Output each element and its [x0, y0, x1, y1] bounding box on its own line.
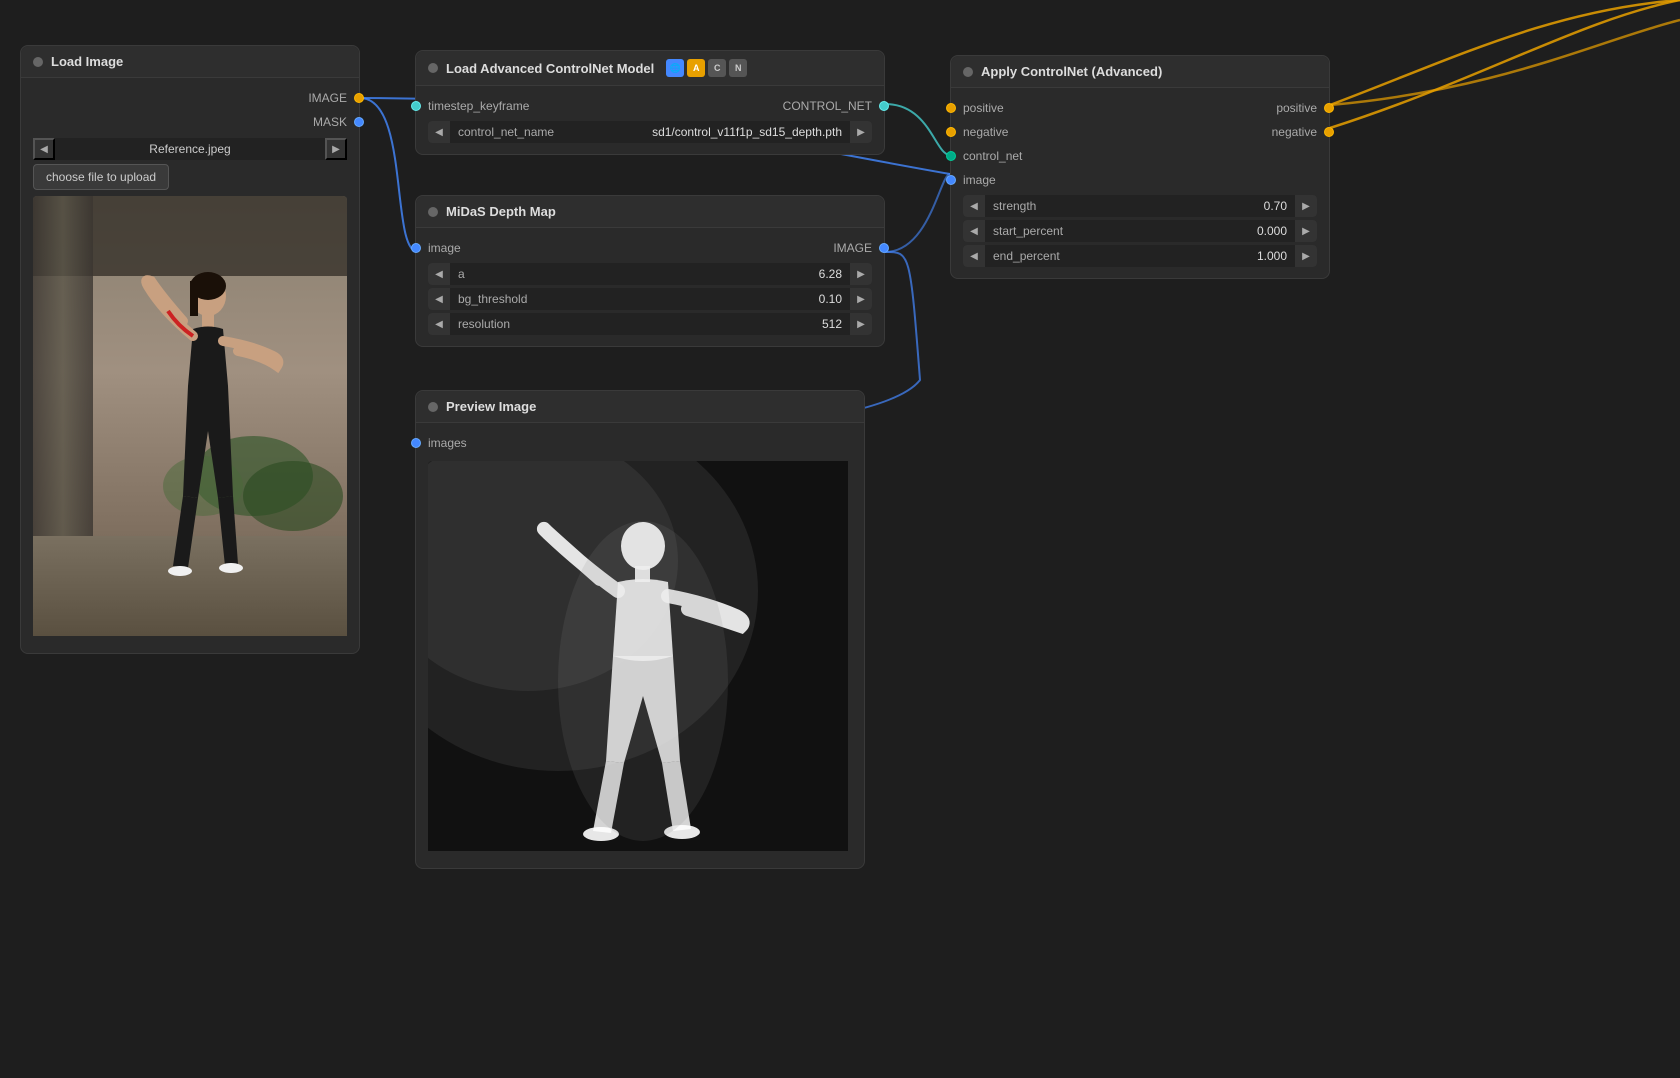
bg-threshold-prev-btn[interactable]: ◀ [428, 288, 450, 310]
canvas: Load Image IMAGE MASK ◀ Reference.jpeg ▶… [0, 0, 1680, 1078]
badge-a: A [687, 59, 705, 77]
port-controlnet-input: control_net [951, 144, 1329, 168]
node-status-dot [428, 63, 438, 73]
images-input-dot[interactable] [411, 438, 421, 448]
upload-btn[interactable]: choose file to upload [33, 164, 169, 190]
node-header: MiDaS Depth Map [416, 196, 884, 228]
node-title: MiDaS Depth Map [446, 204, 556, 219]
image-output-dot[interactable] [354, 93, 364, 103]
preview-image-node: Preview Image images [415, 390, 865, 869]
mask-output-dot[interactable] [354, 117, 364, 127]
node-header: Apply ControlNet (Advanced) [951, 56, 1329, 88]
image-input-dot[interactable] [411, 243, 421, 253]
controlnet-name-label: control_net_name [450, 125, 644, 139]
port-positive-io: positive positive [951, 96, 1329, 120]
start-percent-prev-btn[interactable]: ◀ [963, 220, 985, 242]
strength-label: strength [985, 199, 1256, 213]
end-percent-value: 1.000 [1249, 249, 1295, 263]
timestep-input-dot[interactable] [411, 101, 421, 111]
node-status-dot [428, 402, 438, 412]
node-body: positive positive negative negative cont… [951, 88, 1329, 278]
port-images-input: images [416, 431, 864, 455]
node-header: Preview Image [416, 391, 864, 423]
end-percent-prev-btn[interactable]: ◀ [963, 245, 985, 267]
negative-output-dot[interactable] [1324, 127, 1334, 137]
controlnet-input-dot[interactable] [946, 151, 956, 161]
node-header: Load Advanced ControlNet Model 🌐 A C N [416, 51, 884, 86]
node-status-dot [963, 67, 973, 77]
image-input-dot[interactable] [946, 175, 956, 185]
strength-control[interactable]: ◀ strength 0.70 ▶ [963, 195, 1317, 217]
bg-threshold-next-btn[interactable]: ▶ [850, 288, 872, 310]
node-status-dot [33, 57, 43, 67]
node-title: Load Image [51, 54, 123, 69]
start-percent-control[interactable]: ◀ start_percent 0.000 ▶ [963, 220, 1317, 242]
apply-controlnet-node: Apply ControlNet (Advanced) positive pos… [950, 55, 1330, 279]
controlnet-output-dot[interactable] [879, 101, 889, 111]
photo-preview-container [33, 196, 347, 639]
bg-threshold-label: bg_threshold [450, 292, 811, 306]
node-body: image IMAGE ◀ a 6.28 ▶ ◀ bg_threshold 0.… [416, 228, 884, 346]
controlnet-model-node: Load Advanced ControlNet Model 🌐 A C N t… [415, 50, 885, 155]
controlnet-name-value: sd1/control_v11f1p_sd15_depth.pth [644, 125, 850, 139]
resolution-label: resolution [450, 317, 814, 331]
resolution-prev-btn[interactable]: ◀ [428, 313, 450, 335]
a-value: 6.28 [811, 267, 850, 281]
controlnet-prev-btn[interactable]: ◀ [428, 121, 450, 143]
start-percent-label: start_percent [985, 224, 1249, 238]
badge-n: N [729, 59, 747, 77]
a-control[interactable]: ◀ a 6.28 ▶ [428, 263, 872, 285]
node-title: Load Advanced ControlNet Model [446, 61, 654, 76]
controlnet-name-row[interactable]: ◀ control_net_name sd1/control_v11f1p_sd… [428, 121, 872, 143]
port-timestep-input: timestep_keyframe CONTROL_NET [416, 94, 884, 118]
port-image-input: image IMAGE [416, 236, 884, 260]
start-percent-value: 0.000 [1249, 224, 1295, 238]
title-badges: 🌐 A C N [666, 59, 747, 77]
depth-preview-svg [428, 461, 848, 851]
image-selector-value: Reference.jpeg [55, 142, 325, 156]
depth-preview-container [428, 461, 852, 854]
midas-node: MiDaS Depth Map image IMAGE ◀ a 6.28 ▶ ◀… [415, 195, 885, 347]
strength-prev-btn[interactable]: ◀ [963, 195, 985, 217]
image-selector[interactable]: ◀ Reference.jpeg ▶ [33, 138, 347, 160]
resolution-next-btn[interactable]: ▶ [850, 313, 872, 335]
image-next-btn[interactable]: ▶ [325, 138, 347, 160]
node-header: Load Image [21, 46, 359, 78]
a-label: a [450, 267, 811, 281]
node-body: images [416, 423, 864, 868]
node-body: timestep_keyframe CONTROL_NET ◀ control_… [416, 86, 884, 154]
badge-c: C [708, 59, 726, 77]
negative-input-dot[interactable] [946, 127, 956, 137]
node-body: IMAGE MASK ◀ Reference.jpeg ▶ choose fil… [21, 78, 359, 653]
bg-threshold-control[interactable]: ◀ bg_threshold 0.10 ▶ [428, 288, 872, 310]
a-prev-btn[interactable]: ◀ [428, 263, 450, 285]
node-title: Apply ControlNet (Advanced) [981, 64, 1162, 79]
port-image-output: IMAGE [21, 86, 359, 110]
image-prev-btn[interactable]: ◀ [33, 138, 55, 160]
photo-preview-svg [33, 196, 347, 636]
end-percent-label: end_percent [985, 249, 1249, 263]
port-negative-io: negative negative [951, 120, 1329, 144]
node-title: Preview Image [446, 399, 536, 414]
port-image-input: image [951, 168, 1329, 192]
image-output-dot[interactable] [879, 243, 889, 253]
strength-value: 0.70 [1256, 199, 1295, 213]
port-mask-output: MASK [21, 110, 359, 134]
resolution-value: 512 [814, 317, 850, 331]
controlnet-next-btn[interactable]: ▶ [850, 121, 872, 143]
a-next-btn[interactable]: ▶ [850, 263, 872, 285]
load-image-node: Load Image IMAGE MASK ◀ Reference.jpeg ▶… [20, 45, 360, 654]
end-percent-next-btn[interactable]: ▶ [1295, 245, 1317, 267]
badge-globe: 🌐 [666, 59, 684, 77]
positive-input-dot[interactable] [946, 103, 956, 113]
node-status-dot [428, 207, 438, 217]
bg-threshold-value: 0.10 [811, 292, 850, 306]
strength-next-btn[interactable]: ▶ [1295, 195, 1317, 217]
end-percent-control[interactable]: ◀ end_percent 1.000 ▶ [963, 245, 1317, 267]
start-percent-next-btn[interactable]: ▶ [1295, 220, 1317, 242]
resolution-control[interactable]: ◀ resolution 512 ▶ [428, 313, 872, 335]
positive-output-dot[interactable] [1324, 103, 1334, 113]
